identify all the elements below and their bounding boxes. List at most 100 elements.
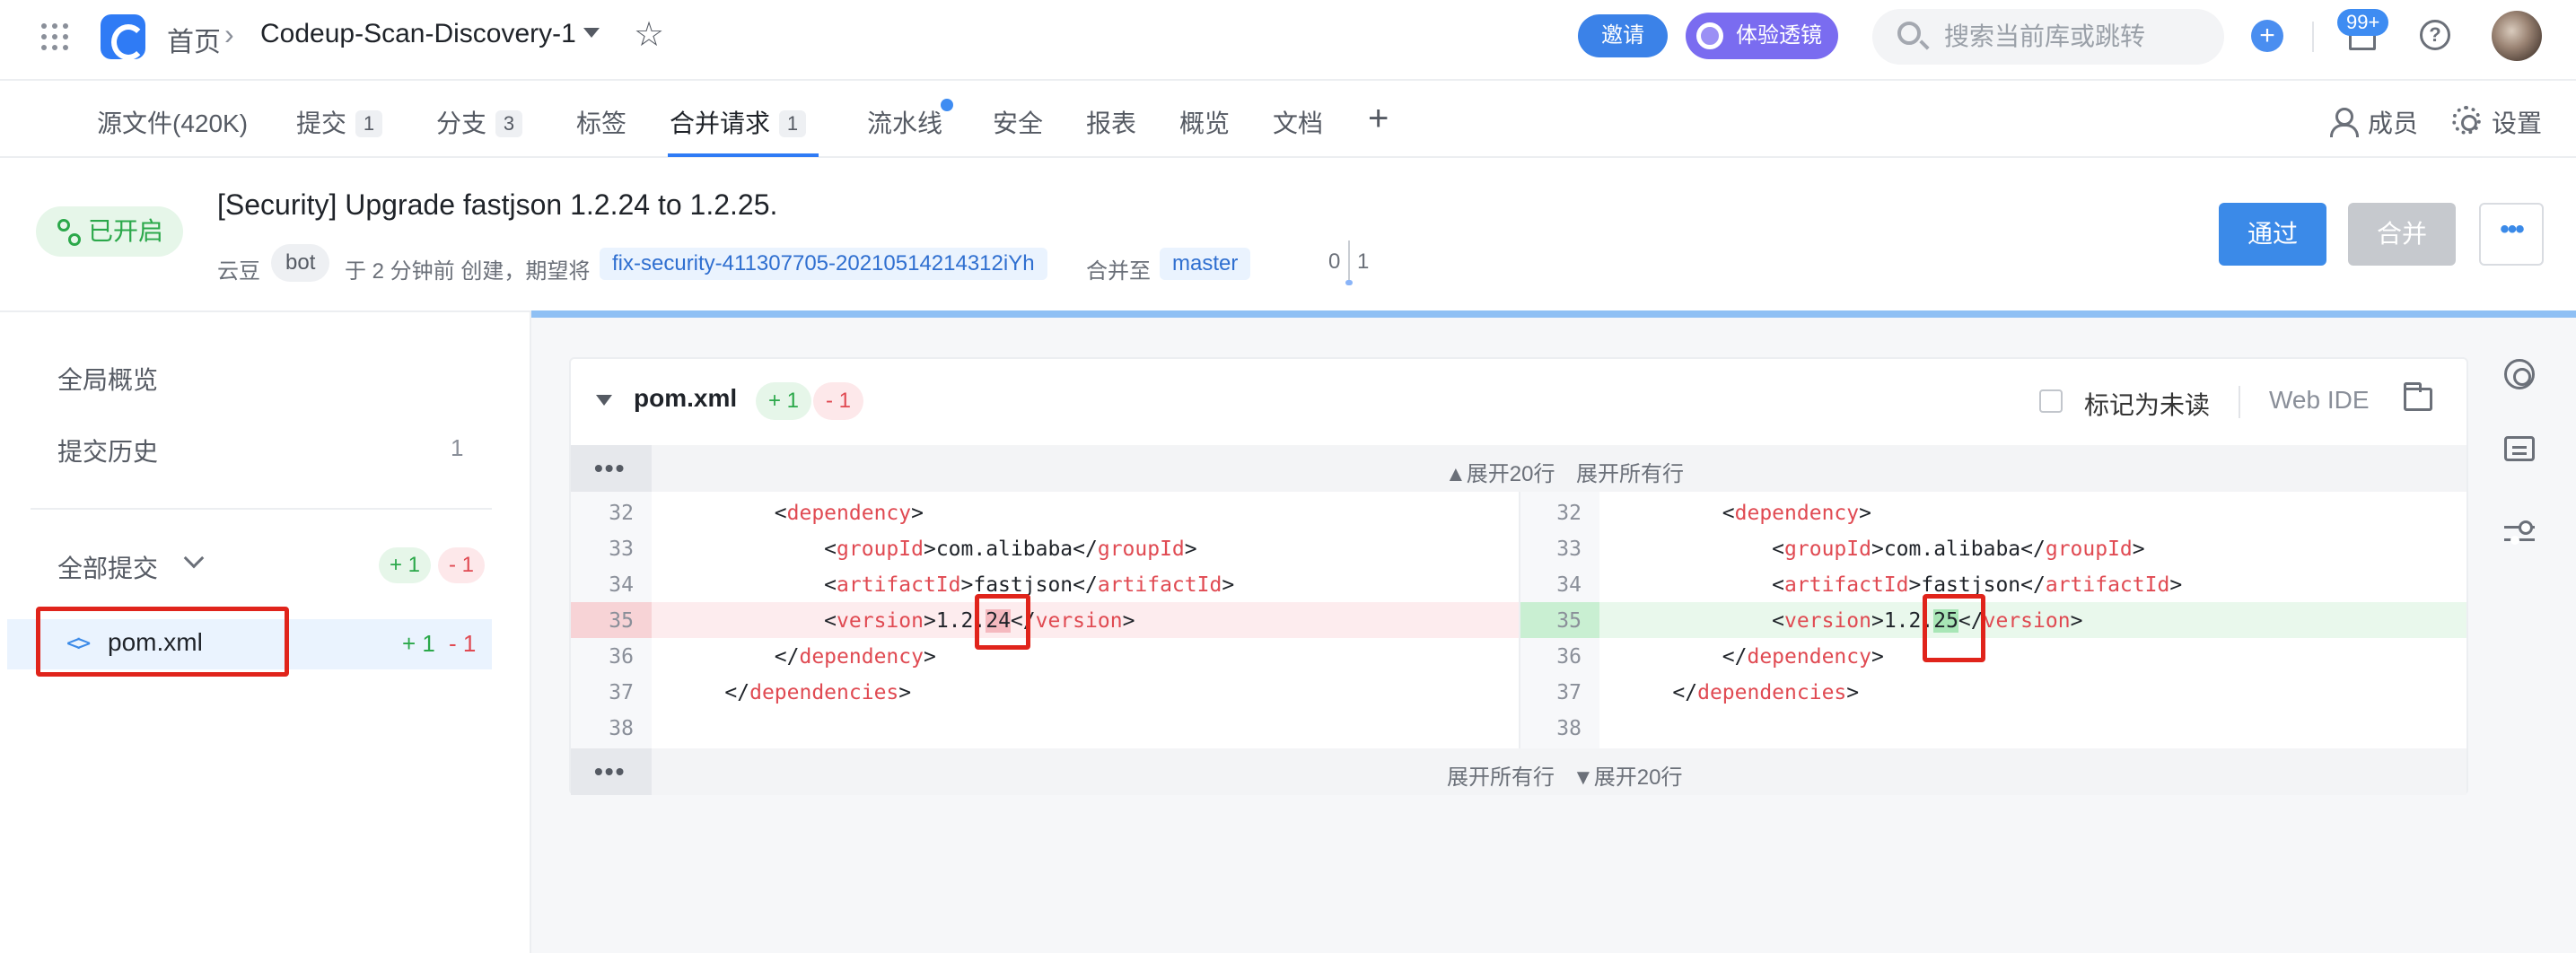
- mr-created-text: 于 2 分钟前 创建，期望将: [345, 259, 591, 284]
- tab-tags[interactable]: 标签: [576, 104, 626, 140]
- highlight-box: [36, 607, 289, 677]
- tab-commits[interactable]: 提交 1: [296, 104, 383, 140]
- mark-unread-label[interactable]: 标记为未读: [2084, 386, 2210, 422]
- deletions-count: 0: [1328, 249, 1341, 274]
- mr-title: [Security] Upgrade fastjson 1.2.24 to 1.…: [217, 188, 778, 221]
- add-tab-icon[interactable]: +: [1368, 99, 1389, 139]
- tab-count: 1: [779, 110, 807, 137]
- progress-strip: [531, 310, 2576, 318]
- notification-badge: 99+: [2337, 9, 2389, 36]
- tab-overview[interactable]: 概览: [1179, 104, 1230, 140]
- breadcrumb-home[interactable]: 首页: [167, 20, 221, 59]
- line-number: 32: [609, 502, 634, 525]
- mr-status-badge: 已开启: [36, 206, 183, 257]
- web-ide-link[interactable]: Web IDE: [2269, 386, 2370, 415]
- repo-dropdown-icon[interactable]: [583, 28, 600, 38]
- breadcrumb-repo[interactable]: Codeup-Scan-Discovery-1: [260, 19, 576, 49]
- folder-icon[interactable]: [2404, 382, 2432, 411]
- line-number: 34: [1556, 573, 1582, 597]
- settings-link[interactable]: 设置: [2492, 104, 2542, 140]
- merge-button[interactable]: 合并: [2348, 203, 2456, 266]
- source-branch-tag[interactable]: fix-security-411307705-20210514214312iYh: [600, 248, 1047, 280]
- additions-badge: + 1: [379, 547, 432, 583]
- code-line: <artifactId>fastjson</artifactId>: [824, 573, 1235, 597]
- active-tab-indicator: [668, 153, 819, 157]
- tab-security[interactable]: 安全: [993, 104, 1043, 140]
- avatar[interactable]: [2492, 11, 2542, 61]
- expand-20-up-button[interactable]: ▲展开20行: [1445, 456, 1555, 487]
- divider: [31, 508, 492, 510]
- create-plus-icon[interactable]: +: [2251, 20, 2283, 52]
- sidebar-divider: [530, 312, 531, 953]
- sidebar-item-history[interactable]: 提交历史: [57, 433, 158, 468]
- target-branch-tag[interactable]: master: [1160, 248, 1251, 280]
- code-line: <groupId>com.alibaba</groupId>: [1772, 538, 2145, 561]
- code-line: <dependency>: [1722, 502, 1871, 525]
- code-line: </dependencies>: [1672, 681, 1860, 704]
- invite-button[interactable]: 邀请: [1578, 14, 1668, 57]
- divider: [0, 310, 531, 312]
- sliders-icon[interactable]: [2504, 519, 2535, 549]
- expand-all-button[interactable]: 展开所有行: [1576, 456, 1684, 487]
- line-number: 37: [1556, 681, 1582, 704]
- line-number: 36: [1556, 645, 1582, 669]
- all-commits-dropdown[interactable]: 全部提交: [57, 549, 158, 585]
- tab-docs[interactable]: 文档: [1273, 104, 1323, 140]
- target-icon[interactable]: [2504, 359, 2535, 389]
- diff-additions-badge: + 1: [756, 382, 812, 420]
- approve-button[interactable]: 通过: [2219, 203, 2326, 266]
- breadcrumb-separator-icon: ›: [224, 18, 234, 50]
- code-line: </dependency>: [1722, 645, 1884, 669]
- tab-reports[interactable]: 报表: [1086, 104, 1136, 140]
- highlight-box: [975, 594, 1030, 650]
- file-additions: + 1: [402, 630, 435, 657]
- code-line: </dependencies>: [724, 681, 912, 704]
- chevron-down-icon[interactable]: [183, 547, 205, 569]
- lens-label: 体验透镜: [1736, 23, 1822, 48]
- tab-branches[interactable]: 分支 3: [436, 104, 523, 140]
- mark-unread-checkbox[interactable]: [2039, 389, 2063, 413]
- diff-file-name[interactable]: pom.xml: [634, 384, 737, 413]
- divider: [2312, 22, 2314, 52]
- code-line: <groupId>com.alibaba</groupId>: [824, 538, 1197, 561]
- line-number: 38: [609, 717, 634, 740]
- ellipsis-icon[interactable]: •••: [594, 757, 626, 786]
- tab-merge-requests[interactable]: 合并请求 1: [670, 104, 807, 140]
- line-number: 34: [609, 573, 634, 597]
- code-line: <version>1.2.25</version>: [1772, 609, 2083, 633]
- deletions-badge: - 1: [438, 547, 486, 583]
- expand-row-top: ••• ▲展开20行 展开所有行: [571, 445, 2466, 492]
- line-number: 35: [609, 609, 634, 633]
- code-line: <version>1.2.24</version>: [824, 609, 1135, 633]
- expand-20-down-button[interactable]: ▼展开20行: [1573, 759, 1682, 791]
- lens-button[interactable]: 体验透镜: [1686, 13, 1838, 59]
- sidebar-item-overview[interactable]: 全局概览: [57, 361, 158, 397]
- tab-pipelines[interactable]: 流水线: [867, 104, 942, 140]
- file-deletions: - 1: [449, 630, 477, 657]
- code-line: </dependency>: [774, 645, 936, 669]
- line-number: 33: [1556, 538, 1582, 561]
- bot-tag: bot: [271, 244, 330, 282]
- tab-count: 3: [495, 110, 523, 137]
- line-number: 37: [609, 681, 634, 704]
- search-input[interactable]: [1944, 20, 2204, 54]
- ellipsis-icon[interactable]: •••: [594, 454, 626, 483]
- tab-source[interactable]: 源文件(420K): [97, 104, 248, 140]
- search-box[interactable]: [1872, 9, 2224, 65]
- mr-author[interactable]: 云豆: [217, 253, 260, 284]
- expand-all-button[interactable]: 展开所有行: [1447, 759, 1555, 791]
- more-actions-button[interactable]: •••: [2479, 203, 2544, 266]
- mr-status-label: 已开启: [88, 217, 164, 245]
- comment-icon[interactable]: [2504, 436, 2535, 461]
- lens-icon: [1696, 22, 1723, 49]
- help-icon[interactable]: ?: [2420, 20, 2450, 50]
- app-grid-icon[interactable]: [39, 22, 70, 52]
- star-icon[interactable]: ☆: [634, 14, 664, 55]
- members-link[interactable]: 成员: [2368, 104, 2418, 140]
- expand-row-bottom: ••• 展开所有行 ▼展开20行: [571, 748, 2466, 795]
- merge-request-icon: [56, 219, 81, 246]
- highlight-box: [1923, 594, 1985, 662]
- gear-icon: [2452, 106, 2481, 135]
- collapse-toggle-icon[interactable]: [596, 395, 612, 406]
- codeup-logo[interactable]: [101, 14, 145, 60]
